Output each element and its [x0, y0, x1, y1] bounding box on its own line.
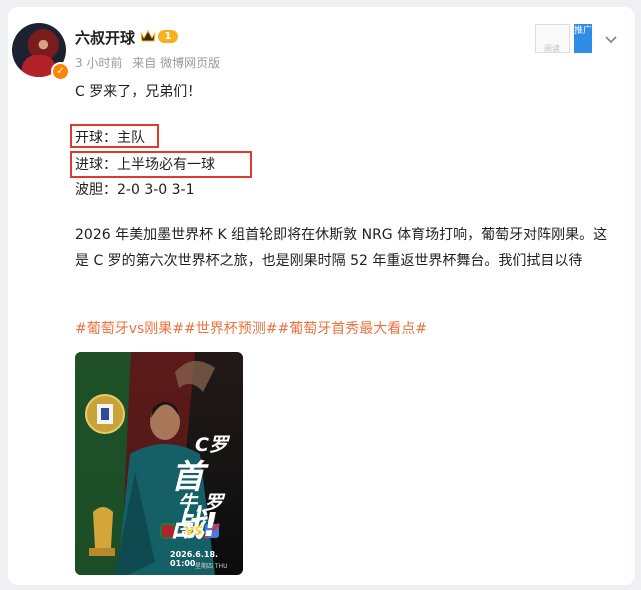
hashtag-list: #葡萄牙vs刚果##世界杯预测##葡萄牙首秀最大看点# [75, 318, 427, 338]
hashtag-link[interactable]: #葡萄牙vs刚果# [75, 321, 184, 337]
weibo-post-card: ✓ 六叔开球 1 3 小时前 来自 微博网页版 阅读 推广 C 罗来了，兄弟们！… [8, 7, 635, 585]
poster-vs: VS [185, 524, 203, 538]
post-source: 来自 微博网页版 [132, 56, 221, 70]
ad-tag: 推广 [574, 24, 592, 53]
username[interactable]: 六叔开球 [75, 27, 135, 48]
post-score: 波胆：2-0 3-0 3-1 [75, 182, 195, 198]
post-time[interactable]: 3 小时前 [75, 56, 122, 70]
post-image[interactable]: C罗 首战! 牛,罗哥! VS 2026.6.18. 01:00 星期四 THU [75, 352, 243, 575]
post-meta: 3 小时前 来自 微博网页版 [75, 54, 226, 71]
hashtag-link[interactable]: #葡萄牙首秀最大看点# [278, 321, 427, 337]
ad-thumbnail[interactable]: 阅读 [535, 24, 570, 53]
post-paragraph: 2026 年美加墨世界杯 K 组首轮即将在休斯敦 NRG 体育场打响，葡萄牙对阵… [75, 227, 608, 269]
verified-badge-icon: ✓ [51, 62, 70, 81]
poster-day: 星期四 THU [195, 563, 228, 570]
ad-box-text: 阅读 [544, 44, 560, 53]
level-badge: 1 [158, 30, 178, 43]
post-goal: 进球：上半场必有一球 [75, 157, 215, 173]
chevron-down-icon[interactable] [604, 35, 618, 45]
post-kickoff: 开球：主队 [75, 130, 145, 146]
crown-icon [140, 29, 156, 42]
hashtag-link[interactable]: #世界杯预测# [184, 321, 277, 337]
post-intro: C 罗来了，兄弟们！ [75, 84, 202, 100]
